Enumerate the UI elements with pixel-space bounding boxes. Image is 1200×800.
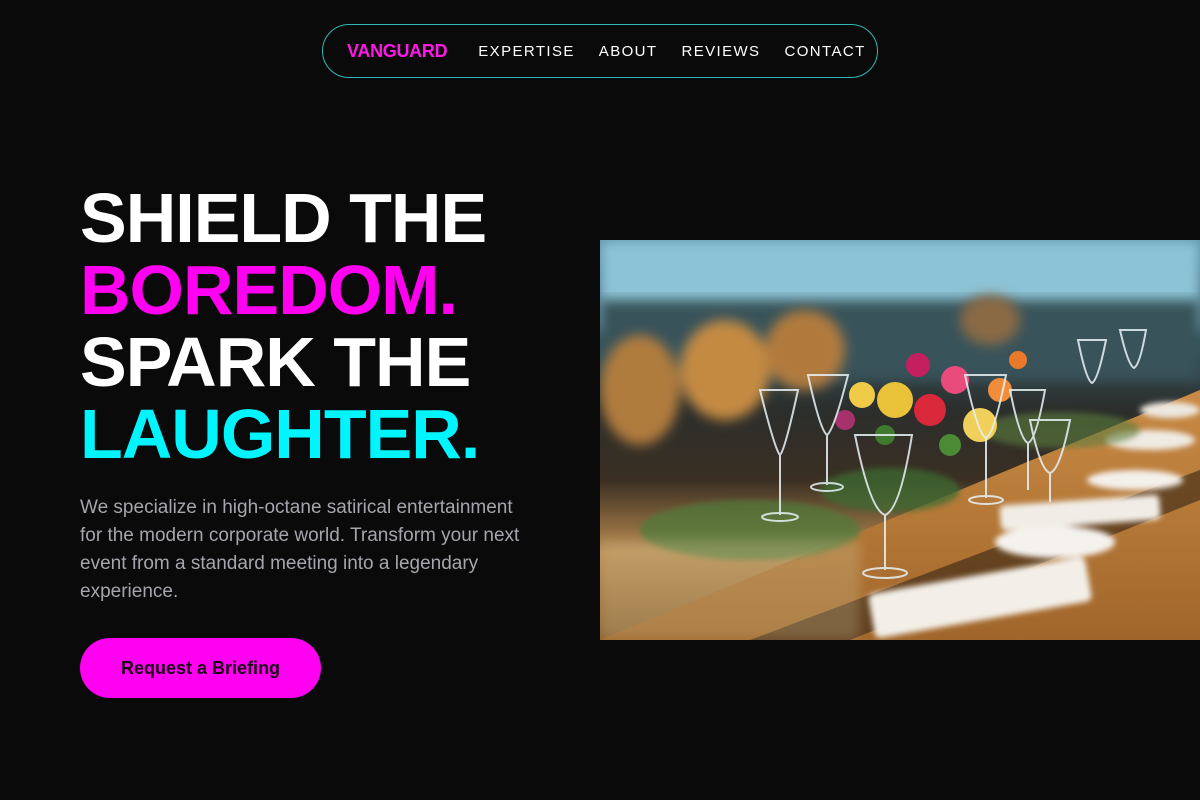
banquet-table-photo — [600, 240, 1200, 640]
nav-link-about[interactable]: ABOUT — [599, 43, 658, 60]
nav-link-reviews[interactable]: REVIEWS — [681, 43, 760, 60]
nav-link-contact[interactable]: CONTACT — [784, 43, 865, 60]
hero-headline: SHIELD THE BOREDOM. SPARK THE LAUGHTER. — [80, 179, 487, 473]
headline-line-4: LAUGHTER. — [80, 395, 480, 473]
headline-line-2: BOREDOM. — [80, 251, 458, 329]
headline-line-3: SPARK THE — [80, 323, 471, 401]
brand-logo[interactable]: VANGUARD — [347, 41, 448, 62]
banquet-illustration — [600, 240, 1200, 640]
request-briefing-button[interactable]: Request a Briefing — [80, 638, 321, 698]
nav-link-expertise[interactable]: EXPERTISE — [478, 43, 575, 60]
headline-line-1: SHIELD THE — [80, 179, 487, 257]
hero-description: We specialize in high-octane satirical e… — [80, 497, 520, 602]
top-navigation: VANGUARD EXPERTISE ABOUT REVIEWS CONTACT — [322, 24, 878, 78]
